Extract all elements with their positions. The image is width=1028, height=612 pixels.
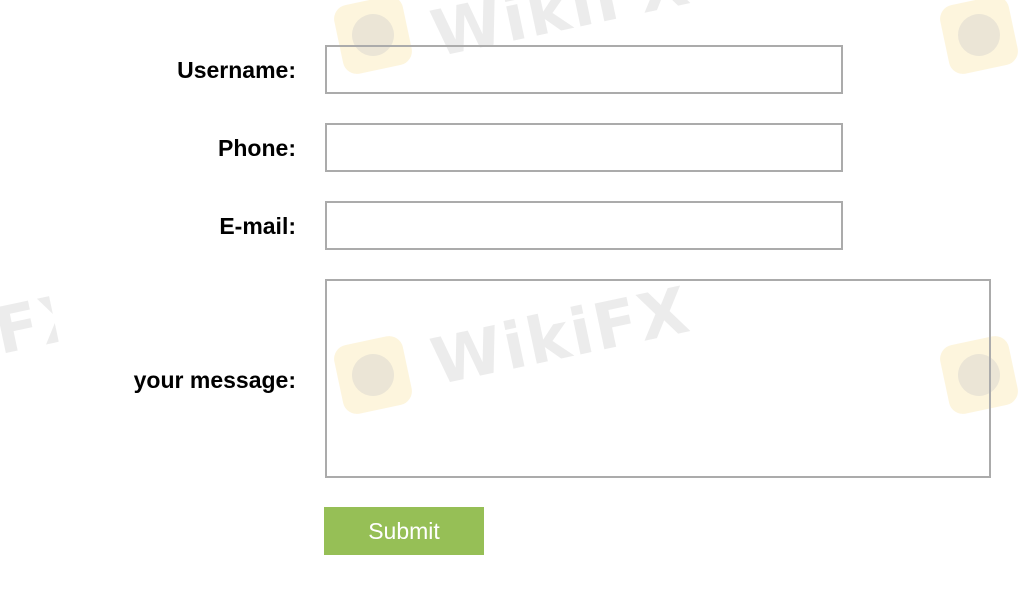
username-input[interactable] [325, 45, 843, 94]
phone-label: Phone: [218, 135, 296, 161]
message-label: your message: [133, 367, 296, 393]
wikifx-text-watermark-fragment: WikiFX [0, 285, 63, 369]
wikifx-logo-watermark [937, 0, 1021, 77]
message-textarea[interactable] [325, 279, 991, 478]
submit-button[interactable]: Submit [324, 507, 484, 555]
phone-input[interactable] [325, 123, 843, 172]
email-label: E-mail: [219, 213, 296, 239]
email-input[interactable] [325, 201, 843, 250]
contact-form-page: WikiFX WikiFX WikiFX Username: Phone: E-… [0, 0, 1028, 612]
username-label: Username: [177, 57, 296, 83]
